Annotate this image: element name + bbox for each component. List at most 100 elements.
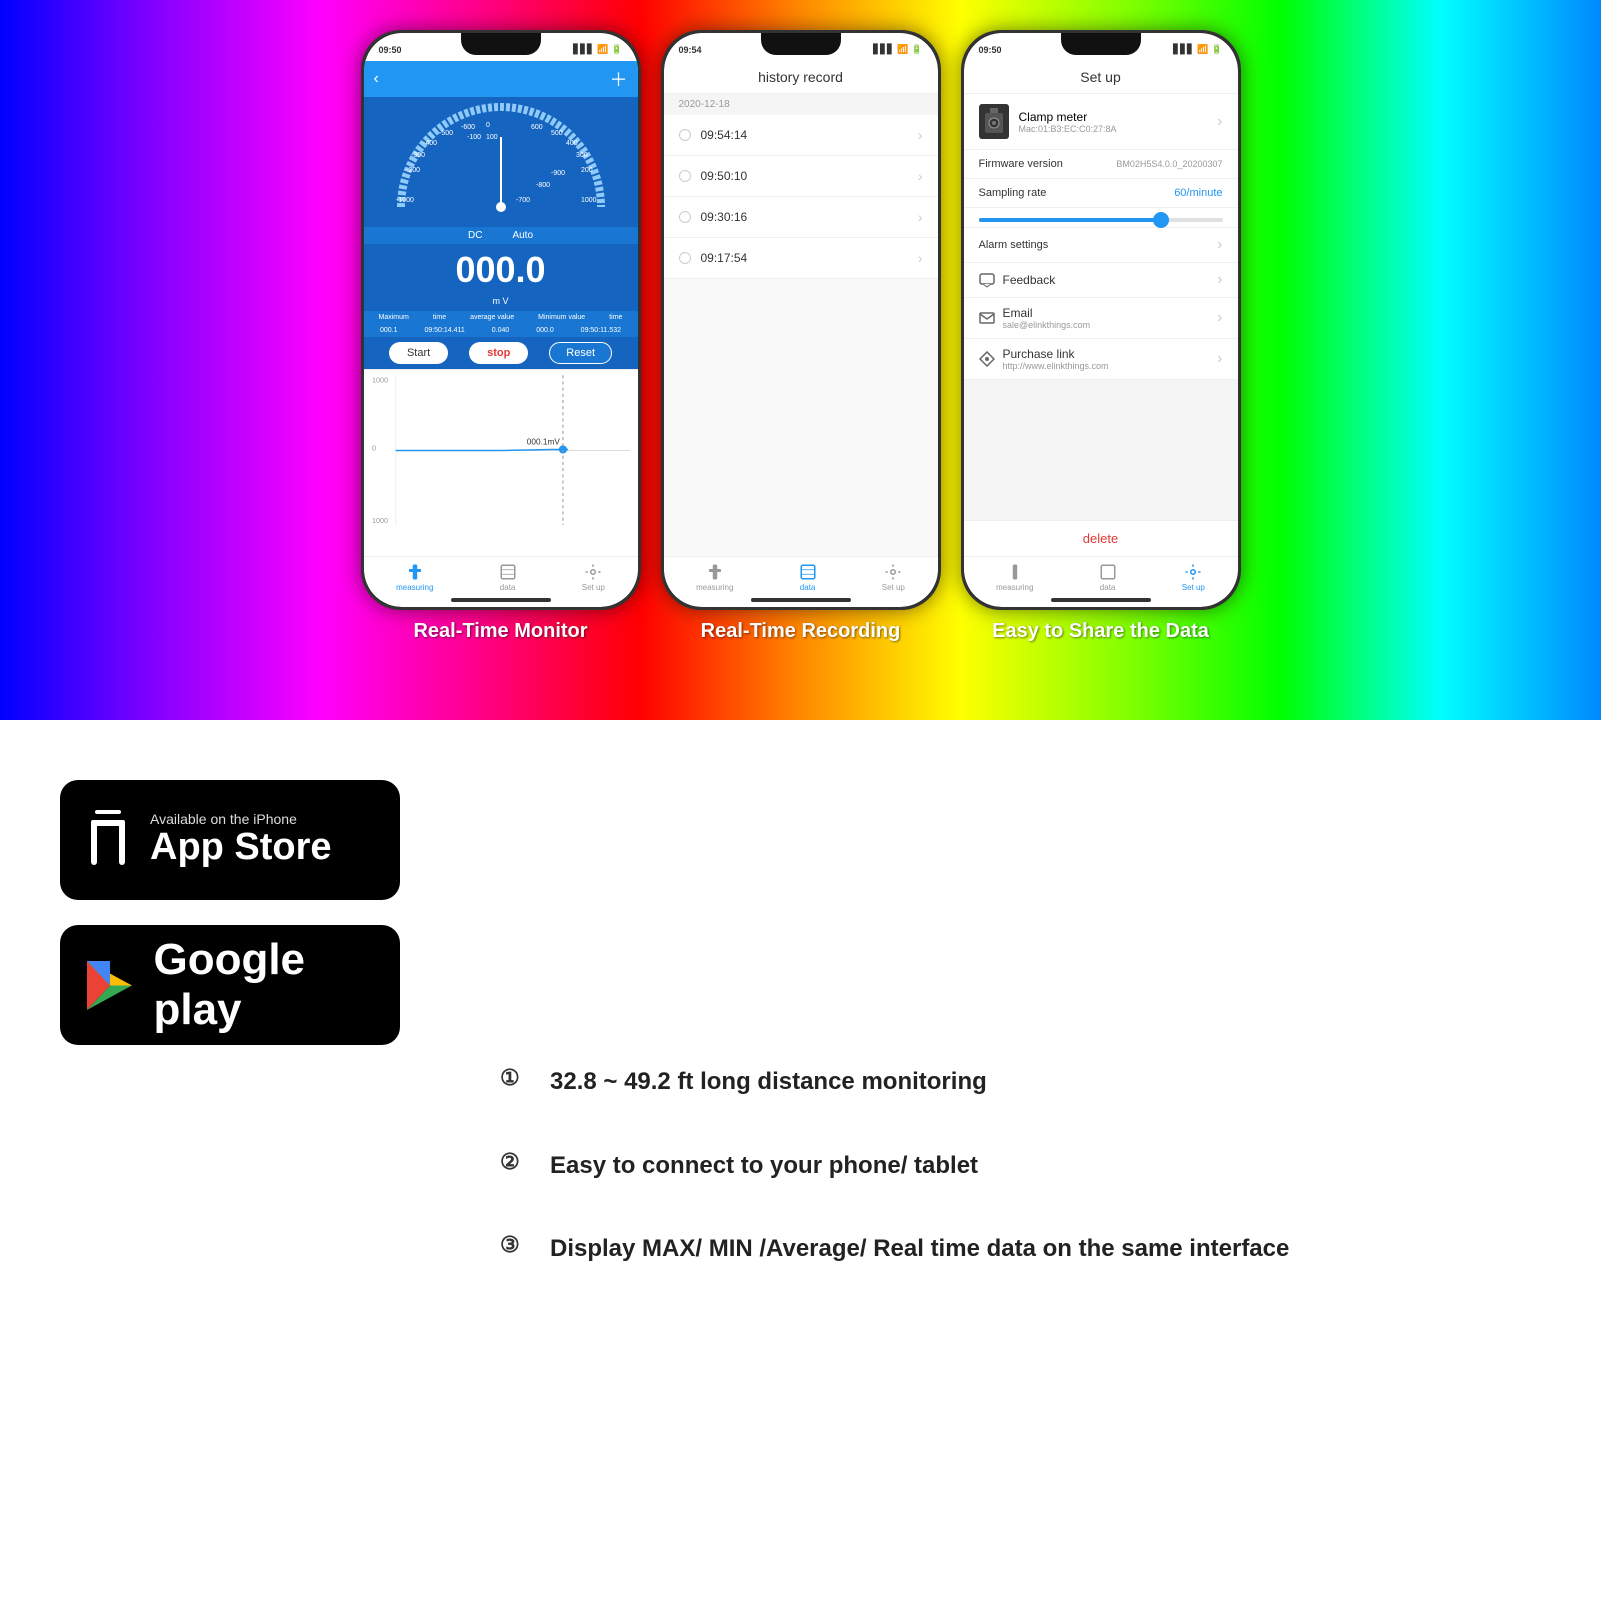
button-row: Start stop Reset xyxy=(364,337,638,369)
history-radio-2 xyxy=(679,170,691,182)
firmware-val: BM02H5S4.0.0_20200307 xyxy=(1116,159,1222,169)
email-row[interactable]: Email sale@elinkthings.com › xyxy=(964,298,1238,339)
appstore-big-text: App Store xyxy=(150,827,332,869)
history-item-4[interactable]: 09:17:54 › xyxy=(664,238,938,279)
nav-measuring-label-1: measuring xyxy=(396,583,433,592)
slider-fill xyxy=(979,218,1162,222)
chart-svg: 1000 0 1000 000.1mV xyxy=(364,370,638,530)
phone2-status-icons: ▋▋▋ 📶 🔋 xyxy=(873,44,922,55)
email-val: sale@elinkthings.com xyxy=(1003,320,1091,330)
start-button[interactable]: Start xyxy=(389,342,448,364)
stats-row: Maximum time average value Minimum value… xyxy=(364,311,638,324)
svg-text:-900: -900 xyxy=(551,170,565,177)
nav-measuring-2[interactable]: measuring xyxy=(696,563,733,592)
delete-button[interactable]: delete xyxy=(964,520,1238,556)
email-arrow: › xyxy=(1217,309,1222,327)
signal-icon-3: ▋▋▋ xyxy=(1173,44,1194,55)
nav-data-1[interactable]: data xyxy=(499,563,517,592)
reset-button[interactable]: Reset xyxy=(549,342,612,364)
email-icon xyxy=(979,310,995,326)
nav-measuring-3[interactable]: measuring xyxy=(996,563,1033,592)
svg-text:300: 300 xyxy=(576,152,588,159)
back-icon[interactable]: ‹ xyxy=(374,70,379,88)
alarm-arrow: › xyxy=(1217,236,1222,254)
nav-setup-2[interactable]: Set up xyxy=(882,563,905,592)
purchase-icon xyxy=(979,351,995,367)
slider-thumb[interactable] xyxy=(1153,212,1169,228)
svg-text:-200: -200 xyxy=(406,167,420,174)
appstore-text: Available on the iPhone App Store xyxy=(150,811,332,869)
battery-icon: 🔋 xyxy=(611,44,622,55)
avg-label: average value xyxy=(470,314,514,321)
purchase-row[interactable]: Purchase link http://www.elinkthings.com… xyxy=(964,339,1238,380)
slider-track[interactable] xyxy=(979,218,1223,222)
nav-measuring-label-2: measuring xyxy=(696,583,733,592)
email-label: Email xyxy=(1003,306,1091,320)
feature-1-number: ① xyxy=(500,1065,535,1091)
history-time-2: 09:50:10 xyxy=(701,169,748,183)
top-section: 09:50 ▋▋▋ 📶 🔋 ‹ ＋ xyxy=(0,0,1601,720)
svg-text:1000: 1000 xyxy=(371,516,387,525)
phone2-wrapper: 09:54 ▋▋▋ 📶 🔋 history record 2020-12-18 … xyxy=(661,30,941,643)
device-row[interactable]: Clamp meter Mac:01:B3:EC:C0:27:8A › xyxy=(964,94,1238,150)
history-item-1[interactable]: 09:54:14 › xyxy=(664,115,938,156)
nav-measuring-1[interactable]: measuring xyxy=(396,563,433,592)
nav-data-2[interactable]: data xyxy=(799,563,817,592)
feature-3: ③ Display MAX/ MIN /Average/ Real time d… xyxy=(500,1232,1541,1266)
setup-gray xyxy=(964,380,1238,520)
history-item-3[interactable]: 09:30:16 › xyxy=(664,197,938,238)
phone1-home-indicator xyxy=(451,598,551,602)
bottom-section: Available on the iPhone App Store Google… xyxy=(0,720,1601,1601)
sampling-row: Sampling rate 60/minute xyxy=(964,179,1238,208)
feedback-arrow: › xyxy=(1217,271,1222,289)
feedback-row[interactable]: Feedback › xyxy=(964,263,1238,298)
svg-text:400: 400 xyxy=(566,140,578,147)
email-left: Email sale@elinkthings.com xyxy=(979,306,1091,330)
slider-row xyxy=(964,208,1238,228)
phone2-notch xyxy=(761,33,841,55)
svg-text:600: 600 xyxy=(531,124,543,131)
feedback-label: Feedback xyxy=(1003,273,1056,287)
right-col: ① 32.8 ~ 49.2 ft long distance monitorin… xyxy=(500,760,1541,1561)
phone1-notch xyxy=(461,33,541,55)
feature-3-text: Display MAX/ MIN /Average/ Real time dat… xyxy=(550,1232,1289,1266)
history-radio-4 xyxy=(679,252,691,264)
googleplay-icon xyxy=(80,953,138,1018)
phone1-time: 09:50 xyxy=(379,45,402,55)
feature-1: ① 32.8 ~ 49.2 ft long distance monitorin… xyxy=(500,1065,1541,1099)
phone3-wrapper: 09:50 ▋▋▋ 📶 🔋 Set up xyxy=(961,30,1241,643)
feature-2-text: Easy to connect to your phone/ tablet xyxy=(550,1149,978,1183)
history-arrow-4: › xyxy=(918,250,923,266)
history-time-3: 09:30:16 xyxy=(701,210,748,224)
avg-val: 0.040 xyxy=(492,327,510,334)
appstore-badge[interactable]: Available on the iPhone App Store xyxy=(60,780,400,900)
plus-icon[interactable]: ＋ xyxy=(609,66,627,92)
time-label: time xyxy=(433,314,446,321)
device-info: Clamp meter Mac:01:B3:EC:C0:27:8A xyxy=(979,104,1117,139)
battery-icon-2: 🔋 xyxy=(911,44,922,55)
history-item-2[interactable]: 09:50:10 › xyxy=(664,156,938,197)
nav-setup-1[interactable]: Set up xyxy=(582,563,605,592)
alarm-row[interactable]: Alarm settings › xyxy=(964,228,1238,263)
device-text: Clamp meter Mac:01:B3:EC:C0:27:8A xyxy=(1019,110,1117,134)
svg-text:-1000: -1000 xyxy=(396,197,414,204)
feature-3-number: ③ xyxy=(500,1232,535,1258)
googleplay-badge[interactable]: Google play xyxy=(60,925,400,1045)
min-val: 000.0 xyxy=(536,327,554,334)
phone3-time: 09:50 xyxy=(979,45,1002,55)
sampling-val: 60/minute xyxy=(1174,187,1222,199)
phone2-caption: Real-Time Recording xyxy=(701,620,901,643)
purchase-label: Purchase link xyxy=(1003,347,1109,361)
svg-text:-100: -100 xyxy=(467,134,481,141)
svg-text:1000: 1000 xyxy=(581,197,597,204)
nav-data-3[interactable]: data xyxy=(1099,563,1117,592)
googleplay-text: Google play xyxy=(153,935,380,1035)
history-radio-1 xyxy=(679,129,691,141)
device-name: Clamp meter xyxy=(1019,110,1117,124)
history-radio-3 xyxy=(679,211,691,223)
stop-button[interactable]: stop xyxy=(469,342,528,364)
firmware-row: Firmware version BM02H5S4.0.0_20200307 xyxy=(964,150,1238,179)
nav-setup-3[interactable]: Set up xyxy=(1182,563,1205,592)
email-text: Email sale@elinkthings.com xyxy=(1003,306,1091,330)
phone2-home-indicator xyxy=(751,598,851,602)
